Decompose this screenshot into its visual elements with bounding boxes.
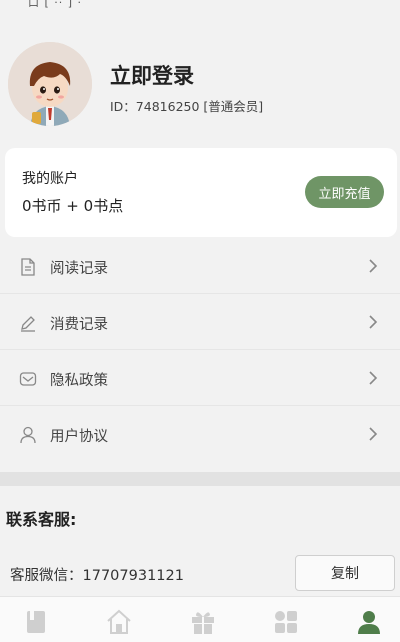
bottom-tab-bar [0,596,400,642]
contact-title: 联系客服: [6,510,77,529]
account-card: 我的账户 0书币 + 0书点 立即充值 [5,148,397,237]
status-bar-text: 口 [ ·· ] · [28,0,83,9]
pencil-icon [21,316,35,332]
menu-item-label: 隐私政策 [50,373,108,389]
login-button[interactable]: 立即登录 [110,60,194,90]
section-divider [0,472,400,486]
chevron-right-icon [369,371,378,385]
account-balance: 0书币 + 0书点 [22,197,124,215]
menu-item-label: 阅读记录 [50,261,108,277]
wechat-text: 客服微信：17707931121 [10,568,184,584]
category-icon[interactable] [271,607,301,637]
menu-list: 阅读记录 消费记录 隐私政策 用户协议 [0,238,400,462]
menu-item-user-agreement[interactable]: 用户协议 [0,406,400,462]
bookshelf-icon[interactable] [21,607,51,637]
contact-section: 联系客服: 客服微信：17707931121 复制 [0,486,400,594]
menu-item-privacy-policy[interactable]: 隐私政策 [0,350,400,406]
menu-item-purchase-history[interactable]: 消费记录 [0,294,400,350]
envelope-icon [19,372,37,386]
profile-icon[interactable] [354,607,384,637]
chevron-right-icon [369,427,378,441]
document-icon [21,258,35,276]
copy-button[interactable]: 复制 [295,555,395,591]
gift-icon[interactable] [188,607,218,637]
menu-item-reading-history[interactable]: 阅读记录 [0,238,400,294]
chevron-right-icon [369,259,378,273]
chevron-right-icon [369,315,378,329]
menu-item-label: 用户协议 [50,429,108,445]
home-icon[interactable] [104,607,134,637]
account-label: 我的账户 [22,171,78,187]
recharge-button[interactable]: 立即充值 [305,176,384,208]
user-id-text: ID：74816250 [普通会员] [110,99,264,114]
profile-header: 立即登录 ID：74816250 [普通会员] [0,22,400,147]
avatar[interactable] [8,42,92,126]
menu-item-label: 消费记录 [50,317,108,333]
status-bar: 口 [ ·· ] · [0,0,400,22]
avatar-cartoon-boy-icon [8,42,92,126]
user-icon [20,426,36,444]
